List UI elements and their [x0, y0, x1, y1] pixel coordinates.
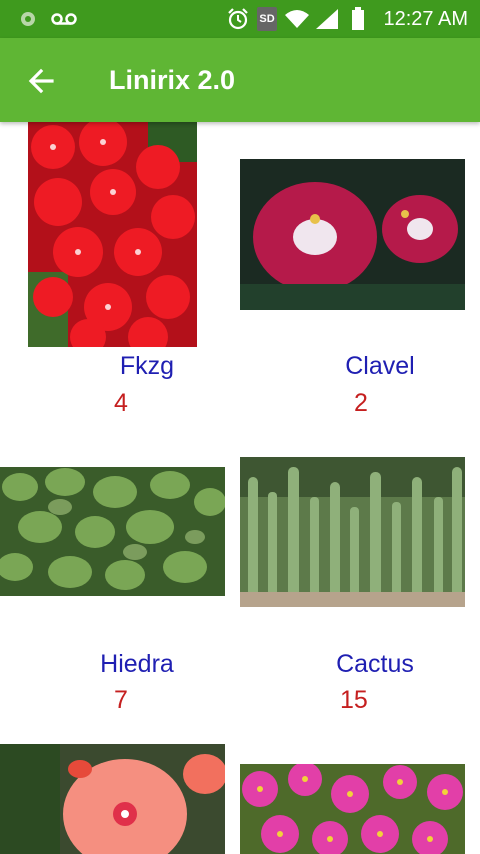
plant-photo-hiedra[interactable] [0, 467, 225, 596]
plant-name[interactable]: Fkzg [37, 352, 257, 381]
plant-photo-fkzg[interactable] [28, 122, 197, 347]
battery-icon [350, 0, 366, 38]
plant-count: 7 [114, 686, 128, 714]
sd-card-icon: SD [255, 0, 279, 38]
plant-photo-6[interactable] [240, 764, 465, 854]
plant-photo-5[interactable] [0, 744, 225, 854]
status-bar: SD 12:27 AM [0, 0, 480, 38]
cell-signal-icon [314, 0, 340, 38]
back-button[interactable] [22, 64, 62, 98]
wifi-icon [284, 0, 310, 38]
plant-count: 4 [114, 389, 128, 417]
plant-grid: Fkzg 4 Clavel 2 Hiedra 7 Cactus 15 [0, 122, 480, 854]
plant-count: 15 [340, 686, 368, 714]
app-bar: Linirix 2.0 [0, 38, 480, 122]
status-time: 12:27 AM [383, 8, 468, 30]
plant-name[interactable]: Clavel [270, 352, 480, 381]
voicemail-icon [50, 0, 78, 38]
plant-name[interactable]: Hiedra [27, 650, 247, 679]
plant-photo-clavel[interactable] [240, 159, 465, 310]
notification-dot-icon [18, 0, 38, 38]
app-title: Linirix 2.0 [109, 65, 236, 95]
arrow-back-icon [28, 68, 54, 94]
plant-count: 2 [354, 389, 368, 417]
alarm-icon [226, 0, 250, 38]
plant-photo-cactus[interactable] [240, 457, 465, 607]
plant-name[interactable]: Cactus [265, 650, 480, 679]
